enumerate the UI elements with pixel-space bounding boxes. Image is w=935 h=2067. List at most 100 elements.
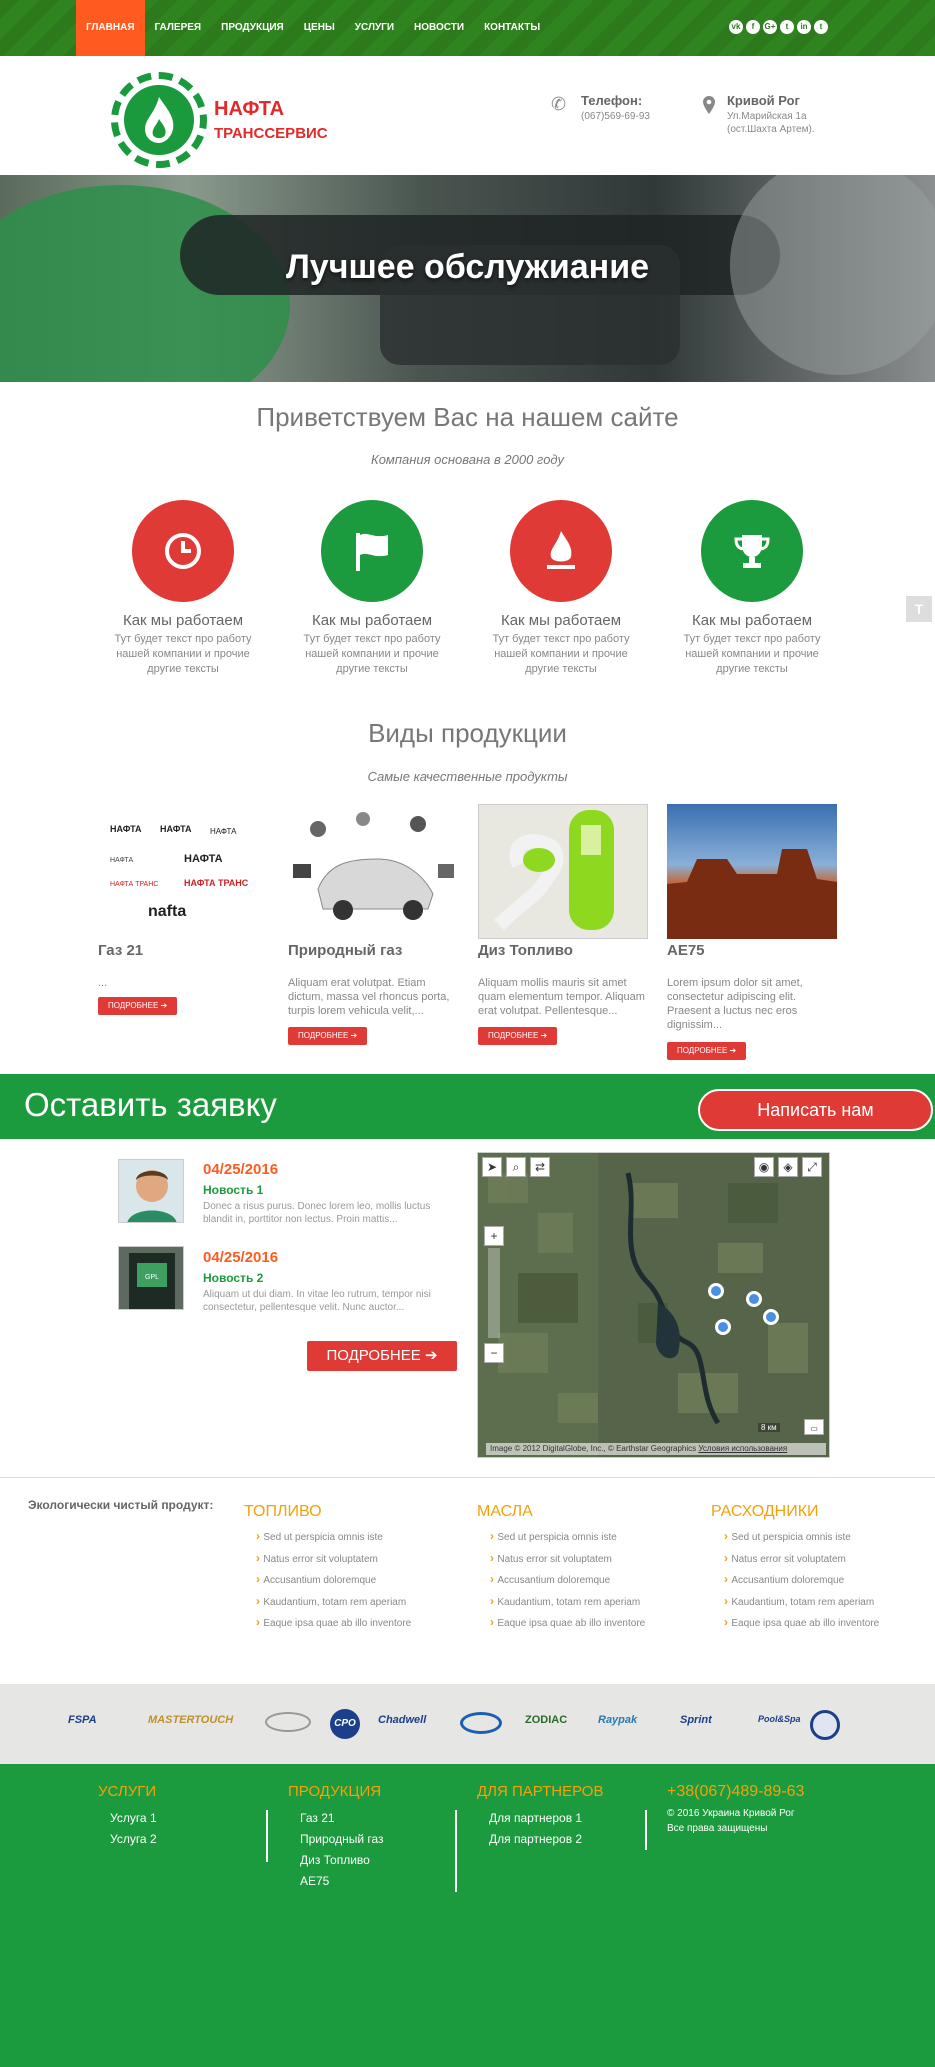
city-title: Кривой Рог (727, 93, 800, 108)
map-locate-icon[interactable]: ➤ (482, 1157, 502, 1177)
product-image-nozzle[interactable] (478, 804, 648, 939)
svg-text:НАФТА: НАФТА (160, 824, 192, 834)
footer-link[interactable]: АЕ75 (300, 1871, 384, 1892)
eco-column-title-1: Топливо (244, 1503, 322, 1520)
partner-logo-wave[interactable] (460, 1712, 502, 1734)
footer-link[interactable]: Диз Топливо (300, 1850, 384, 1871)
map-traffic-icon[interactable]: ◉ (754, 1157, 774, 1177)
product-more-button-4[interactable]: Подробнее ➔ (667, 1042, 747, 1060)
footer-link[interactable]: Для партнеров 2 (489, 1829, 582, 1850)
nav-item-services[interactable]: Услуги (345, 0, 404, 56)
facebook-icon[interactable]: f (746, 20, 760, 34)
eco-list-item[interactable]: Accusantium doloremque (256, 1569, 411, 1591)
eco-list-item[interactable]: Kaudantium, totam rem aperiam (724, 1591, 879, 1613)
footer-link[interactable]: Для партнеров 1 (489, 1808, 582, 1829)
map-zoom-in-button[interactable]: + (484, 1226, 504, 1246)
product-title-3[interactable]: Диз Топливо (478, 942, 573, 959)
eco-list-item[interactable]: Sed ut perspicia omnis iste (490, 1526, 645, 1548)
tumblr-icon[interactable]: t (814, 20, 828, 34)
footer-link[interactable]: Услуга 1 (110, 1808, 157, 1829)
partner-logo-mastertouch[interactable]: MASTERTOUCH (148, 1714, 233, 1726)
eco-list-item[interactable]: Eaque ipsa quae ab illo inventore (256, 1612, 411, 1634)
eco-list-item[interactable]: Kaudantium, totam rem aperiam (490, 1591, 645, 1613)
news-title-2[interactable]: Новость 2 (203, 1271, 263, 1285)
eco-list-item[interactable]: Eaque ipsa quae ab illo inventore (724, 1612, 879, 1634)
product-more-button-1[interactable]: Подробнее ➔ (98, 997, 178, 1015)
nav-item-gallery[interactable]: Галерея (145, 0, 212, 56)
news-image-1[interactable] (118, 1159, 184, 1223)
feature-clock-circle (132, 500, 234, 602)
product-more-button-3[interactable]: Подробнее ➔ (478, 1027, 558, 1045)
map-marker-1[interactable] (708, 1283, 724, 1299)
partner-logo-seal[interactable] (810, 1710, 840, 1740)
address-line2: (ост.Шахта Артем). (727, 124, 815, 135)
partner-logo-fspa[interactable]: FSPA (68, 1714, 97, 1726)
partner-logo-chadwell[interactable]: Chadwell (378, 1714, 426, 1726)
product-title-4[interactable]: АЕ75 (667, 942, 705, 959)
write-us-button[interactable]: Написать нам (698, 1089, 933, 1131)
nav-item-products[interactable]: Продукция (211, 0, 294, 56)
nav-item-prices[interactable]: Цены (294, 0, 345, 56)
flag-icon (356, 533, 388, 571)
eco-list-item[interactable]: Kaudantium, totam rem aperiam (256, 1591, 411, 1613)
news-image-2[interactable]: GPL (118, 1246, 184, 1310)
map-zoom-slider[interactable] (488, 1248, 500, 1338)
eco-list-item[interactable]: Eaque ipsa quae ab illo inventore (490, 1612, 645, 1634)
news-more-button[interactable]: ПОДРОБНЕЕ ➔ (307, 1341, 457, 1371)
product-title-2[interactable]: Природный газ (288, 942, 402, 959)
footer-products-title: Продукция (288, 1783, 382, 1800)
nav-item-contacts[interactable]: Контакты (474, 0, 550, 56)
map-route-icon[interactable]: ⇄ (530, 1157, 550, 1177)
product-image-car[interactable] (288, 804, 458, 939)
section-divider (0, 1477, 935, 1478)
partner-logo-cpo[interactable]: CPO (330, 1709, 360, 1739)
nav-item-news[interactable]: Новости (404, 0, 474, 56)
product-more-button-2[interactable]: Подробнее ➔ (288, 1027, 368, 1045)
map-zoom-out-button[interactable]: − (484, 1343, 504, 1363)
map-widget[interactable]: ➤ ⌕ ⇄ ◉ ◈ ⤢ + − 8 км ▭ Image © 2012 Digi… (477, 1152, 830, 1458)
footer-phone[interactable]: +38(067)489-89-63 (667, 1783, 804, 1801)
footer-partners-list: Для партнеров 1 Для партнеров 2 (489, 1808, 582, 1850)
news-title-1[interactable]: Новость 1 (203, 1183, 263, 1197)
svg-text:НАФТА ТРАНС: НАФТА ТРАНС (184, 878, 249, 888)
eco-list-item[interactable]: Accusantium doloremque (490, 1569, 645, 1591)
product-text-4: Lorem ipsum dolor sit amet, consectetur … (667, 977, 803, 1031)
svg-text:НАФТА: НАФТА (110, 824, 142, 834)
footer-link[interactable]: Газ 21 (300, 1808, 384, 1829)
eco-list-item[interactable]: Natus error sit voluptatem (490, 1548, 645, 1570)
partner-logo-sprint[interactable]: Sprint (680, 1714, 712, 1726)
nav-item-home[interactable]: Главная (76, 0, 145, 56)
footer-link[interactable]: Природный газ (300, 1829, 384, 1850)
map-marker-4[interactable] (715, 1319, 731, 1335)
footer-link[interactable]: Услуга 2 (110, 1829, 157, 1850)
eco-list-item[interactable]: Sed ut perspicia omnis iste (256, 1526, 411, 1548)
map-search-icon[interactable]: ⌕ (506, 1157, 526, 1177)
eco-list-item[interactable]: Natus error sit voluptatem (256, 1548, 411, 1570)
partner-logo-raypak[interactable]: Raypak (598, 1714, 637, 1726)
google-plus-icon[interactable]: G+ (763, 20, 777, 34)
map-terms-link[interactable]: Условия использования (698, 1444, 787, 1453)
product-image-logos[interactable]: НАФТА НАФТА НАФТА НАФТА НАФТА НАФТА ТРАН… (98, 804, 268, 939)
map-marker-2[interactable] (746, 1291, 762, 1307)
map-fullscreen-icon[interactable]: ⤢ (802, 1157, 822, 1177)
footer-divider (455, 1810, 457, 1892)
partner-logo-shield[interactable] (265, 1712, 311, 1732)
map-marker-3[interactable] (763, 1309, 779, 1325)
eco-list-item[interactable]: Natus error sit voluptatem (724, 1548, 879, 1570)
eco-list-1: Sed ut perspicia omnis iste Natus error … (256, 1526, 411, 1634)
twitter-icon[interactable]: t (780, 20, 794, 34)
products-title: Виды продукции (368, 718, 567, 748)
partner-logo-zodiac[interactable]: ZODIAC (525, 1714, 567, 1726)
footer-products-list: Газ 21 Природный газ Диз Топливо АЕ75 (300, 1808, 384, 1892)
map-type-button[interactable]: ▭ (804, 1419, 824, 1435)
partner-logo-poolspa[interactable]: Pool&Spa (758, 1714, 801, 1724)
map-layers-icon[interactable]: ◈ (778, 1157, 798, 1177)
eco-list-item[interactable]: Accusantium doloremque (724, 1569, 879, 1591)
eco-list-item[interactable]: Sed ut perspicia omnis iste (724, 1526, 879, 1548)
product-title-1[interactable]: Газ 21 (98, 942, 143, 959)
scroll-top-button[interactable]: T (906, 596, 932, 622)
linkedin-icon[interactable]: in (797, 20, 811, 34)
fire-icon (547, 531, 575, 569)
vk-icon[interactable]: vk (729, 20, 743, 34)
product-image-desert[interactable] (667, 804, 837, 939)
